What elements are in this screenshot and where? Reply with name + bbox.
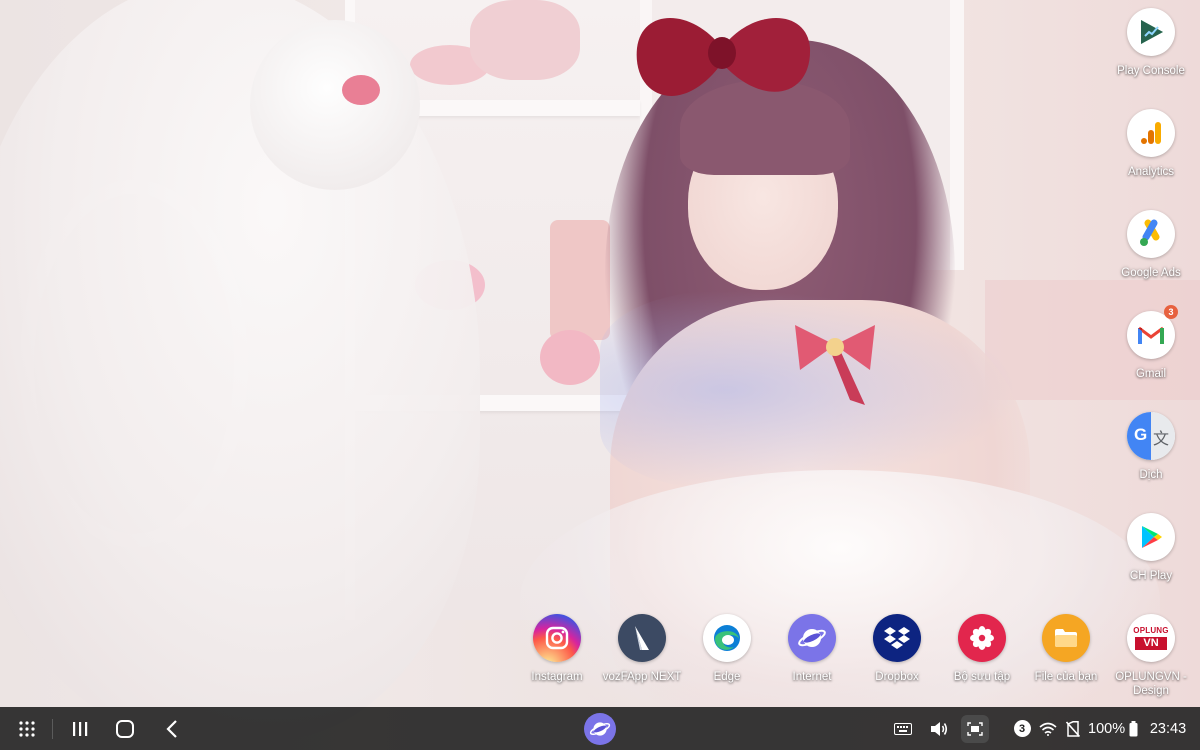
recent-apps-button[interactable] (66, 707, 94, 750)
back-button[interactable] (158, 707, 186, 750)
taskbar-app-internet[interactable] (582, 707, 618, 750)
desktop-icon-internet[interactable]: Internet (764, 614, 860, 684)
desktop-icon-label: vozFApp NEXT (602, 671, 682, 683)
desktop-icon-label: Dropbox (875, 671, 919, 683)
play-store-icon (1127, 513, 1175, 561)
recents-icon (73, 721, 88, 736)
desktop-icon-analytics[interactable]: Analytics (1103, 109, 1199, 179)
desktop-icon-gmail[interactable]: 3 Gmail (1103, 305, 1199, 381)
desktop-icon-label: CH Play (1129, 570, 1173, 582)
notification-count-badge: 3 (1013, 720, 1031, 737)
app-drawer-button[interactable] (12, 707, 42, 750)
taskbar: 3 100% 23:43 (0, 707, 1200, 750)
taskbar-divider (52, 719, 53, 739)
translate-icon: G 文 (1127, 412, 1175, 460)
clock[interactable]: 23:43 (1146, 707, 1190, 750)
desktop-icon-google-ads[interactable]: Google Ads (1103, 210, 1199, 280)
play-console-icon (1127, 8, 1175, 56)
keyboard-icon (894, 722, 912, 735)
apps-grid-icon (19, 720, 35, 737)
battery-status: 100% (1088, 707, 1148, 750)
desktop-icon-label: Edge (713, 671, 741, 683)
internet-icon (584, 712, 616, 745)
desktop-icon-label: Bộ sưu tập (953, 671, 1011, 683)
analytics-icon (1127, 109, 1175, 157)
translate-glyph-wen: 文 (1153, 429, 1170, 448)
desktop-icon-instagram[interactable]: Instagram (509, 614, 605, 684)
desktop-icon-edge[interactable]: Edge (679, 614, 775, 684)
desktop-icon-label: Analytics (1127, 166, 1175, 178)
back-icon (166, 719, 177, 738)
desktop-icon-label: Internet (792, 671, 832, 683)
clock-time: 23:43 (1149, 720, 1187, 737)
desktop-icon-ch-play[interactable]: CH Play (1103, 513, 1199, 583)
my-files-icon (1042, 614, 1090, 662)
translate-glyph-g: G (1134, 425, 1148, 444)
desktop-icon-label: Gmail (1135, 368, 1167, 380)
desktop-icon-gallery[interactable]: Bộ sưu tập (934, 614, 1030, 684)
desktop-icon-label: File của bạn (1034, 671, 1098, 683)
battery-icon (1129, 720, 1138, 736)
desktop-icon-label: Instagram (531, 671, 583, 683)
desktop-icon-label: Google Ads (1121, 267, 1181, 279)
gmail-icon: 3 (1127, 305, 1178, 359)
desktop-icon-label: Dịch (1139, 469, 1163, 481)
no-sim-status (1064, 707, 1082, 750)
notification-badge: 3 (1164, 305, 1178, 319)
desktop-icon-translate[interactable]: G 文 Dịch (1103, 412, 1199, 482)
screen-capture-icon (961, 714, 989, 743)
internet-icon (788, 614, 836, 662)
keyboard-button[interactable] (892, 707, 914, 750)
desktop-icon-dropbox[interactable]: Dropbox (849, 614, 945, 684)
oplungvn-logo-bottom: VN (1135, 637, 1167, 650)
gallery-icon (958, 614, 1006, 662)
desktop-icon-play-console[interactable]: Play Console (1103, 8, 1199, 78)
dropbox-icon (873, 614, 921, 662)
oplungvn-icon: OPLUNG VN (1127, 614, 1175, 662)
volume-icon (931, 721, 948, 736)
no-sim-icon (1066, 720, 1080, 737)
vozfapp-icon (618, 614, 666, 662)
instagram-icon (533, 614, 581, 662)
oplungvn-logo-top: OPLUNG (1133, 626, 1169, 635)
screen-capture-button[interactable] (960, 707, 990, 750)
desktop-icon-my-files[interactable]: File của bạn (1018, 614, 1114, 684)
wifi-icon (1039, 722, 1057, 736)
home-button[interactable] (110, 707, 140, 750)
google-ads-icon (1127, 210, 1175, 258)
edge-icon (703, 614, 751, 662)
desktop-icon-vozfapp[interactable]: vozFApp NEXT (594, 614, 690, 684)
volume-button[interactable] (928, 707, 950, 750)
desktop-icon-oplungvn[interactable]: OPLUNG VN OPLUNGVN - Design (1103, 614, 1199, 698)
battery-percent: 100% (1088, 720, 1126, 737)
notification-count[interactable]: 3 (1012, 707, 1032, 750)
desktop-icon-label: Play Console (1117, 65, 1185, 77)
desktop-icon-label: OPLUNGVN - Design (1115, 671, 1187, 697)
home-icon (116, 719, 134, 738)
wifi-status (1038, 707, 1058, 750)
